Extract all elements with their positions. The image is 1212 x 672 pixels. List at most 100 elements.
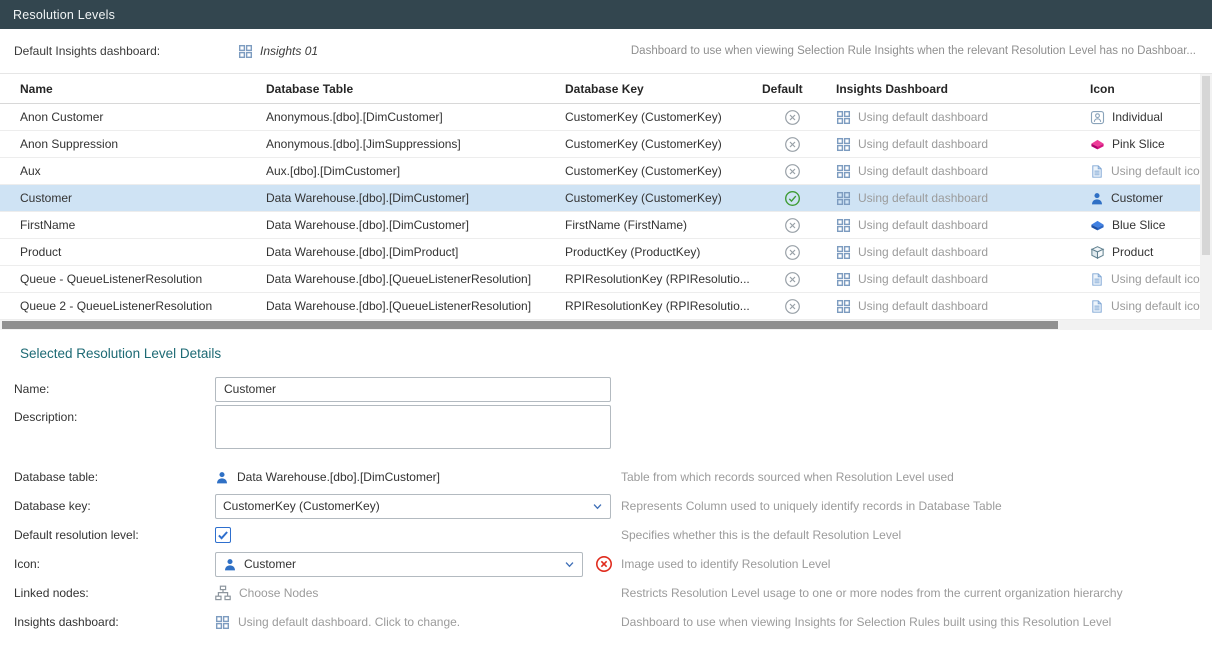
column-header-database-key[interactable]: Database Key	[565, 82, 762, 96]
cell-name: FirstName	[20, 218, 266, 232]
details-title: Selected Resolution Level Details	[20, 346, 1196, 361]
cell-name: Aux	[20, 164, 266, 178]
name-field-row: Name:	[14, 376, 1196, 402]
individual-icon	[1090, 110, 1105, 125]
table-row-firstname[interactable]: FirstNameData Warehouse.[dbo].[DimCustom…	[0, 212, 1200, 239]
details-section: Selected Resolution Level Details Name: …	[0, 330, 1212, 635]
database-table-value: Data Warehouse.[dbo].[DimCustomer]	[237, 470, 440, 484]
default-dashboard-chooser[interactable]: Insights 01	[238, 44, 318, 59]
dashboard-icon	[836, 164, 851, 179]
vertical-scrollbar-thumb[interactable]	[1202, 76, 1210, 255]
table-row-product[interactable]: ProductData Warehouse.[dbo].[DimProduct]…	[0, 239, 1200, 266]
cell-icon: Using default icon	[1090, 299, 1200, 314]
cell-insights-dashboard: Using default dashboard	[836, 164, 1090, 179]
table-row-aux[interactable]: AuxAux.[dbo].[DimCustomer]CustomerKey (C…	[0, 158, 1200, 185]
table-row-customer[interactable]: CustomerData Warehouse.[dbo].[DimCustome…	[0, 185, 1200, 212]
cell-database-key: CustomerKey (CustomerKey)	[565, 137, 762, 151]
cell-insights-dashboard: Using default dashboard	[836, 245, 1090, 260]
icon-field-row: Icon: Customer Image used to identify Re…	[14, 551, 1196, 577]
cell-insights-dashboard: Using default dashboard	[836, 110, 1090, 125]
cell-name: Customer	[20, 191, 266, 205]
cell-icon: Using default icon	[1090, 164, 1200, 179]
name-input[interactable]	[215, 377, 611, 402]
table-body: Anon CustomerAnonymous.[dbo].[DimCustome…	[0, 104, 1200, 320]
default-no-icon	[784, 298, 801, 315]
icon-help: Image used to identify Resolution Level	[621, 557, 1196, 571]
database-table-picker[interactable]: Data Warehouse.[dbo].[DimCustomer]	[215, 470, 621, 485]
table-header-row: NameDatabase TableDatabase KeyDefaultIns…	[0, 74, 1200, 104]
default-resolution-checkbox[interactable]	[215, 527, 231, 543]
insights-dashboard-row: Insights dashboard: Using default dashbo…	[14, 609, 1196, 635]
column-header-database-table[interactable]: Database Table	[266, 82, 565, 96]
icon-value: Customer	[244, 557, 557, 571]
page-header: Resolution Levels	[0, 0, 1212, 29]
vertical-scrollbar[interactable]	[1200, 74, 1212, 330]
cell-default	[762, 217, 836, 234]
cell-name: Anon Customer	[20, 110, 266, 124]
pink-slice-icon	[1090, 137, 1105, 152]
table-row-anon-customer[interactable]: Anon CustomerAnonymous.[dbo].[DimCustome…	[0, 104, 1200, 131]
database-table-row: Database table: Data Warehouse.[dbo].[Di…	[14, 464, 1196, 490]
cell-insights-dashboard: Using default dashboard	[836, 191, 1090, 206]
cell-database-table: Anonymous.[dbo].[DimCustomer]	[266, 110, 565, 124]
column-header-icon[interactable]: Icon	[1090, 82, 1200, 96]
database-table-help: Table from which records sourced when Re…	[621, 470, 1196, 484]
column-header-name[interactable]: Name	[20, 82, 266, 96]
dashboard-icon	[836, 110, 851, 125]
table-row-queue-queuelistenerresolution[interactable]: Queue - QueueListenerResolutionData Ware…	[0, 266, 1200, 293]
database-key-select[interactable]: CustomerKey (CustomerKey)	[215, 494, 611, 519]
description-label: Description:	[14, 405, 215, 424]
page-title: Resolution Levels	[13, 8, 115, 22]
default-no-icon	[784, 136, 801, 153]
linked-nodes-label: Linked nodes:	[14, 586, 215, 600]
default-no-icon	[784, 244, 801, 261]
cell-database-key: CustomerKey (CustomerKey)	[565, 110, 762, 124]
dashboard-icon	[836, 137, 851, 152]
dashboard-icon	[836, 299, 851, 314]
database-key-row: Database key: CustomerKey (CustomerKey) …	[14, 493, 1196, 519]
column-header-default[interactable]: Default	[762, 82, 836, 96]
remove-icon-button[interactable]	[595, 555, 613, 573]
cell-icon: Blue Slice	[1090, 218, 1200, 233]
cell-database-table: Data Warehouse.[dbo].[DimProduct]	[266, 245, 565, 259]
database-table-label: Database table:	[14, 470, 215, 484]
choose-nodes-button[interactable]: Choose Nodes	[215, 585, 621, 601]
chevron-down-icon	[592, 501, 603, 512]
default-level-row: Default resolution level: Specifies whet…	[14, 522, 1196, 548]
database-key-value: CustomerKey (CustomerKey)	[223, 499, 585, 513]
horizontal-scrollbar-thumb[interactable]	[2, 321, 1058, 329]
blue-slice-icon	[1090, 218, 1105, 233]
default-level-label: Default resolution level:	[14, 528, 215, 542]
cell-database-key: RPIResolutionKey (RPIResolutio...	[565, 272, 762, 286]
cell-name: Product	[20, 245, 266, 259]
default-no-icon	[784, 163, 801, 180]
column-header-insights-dashboard[interactable]: Insights Dashboard	[836, 82, 1090, 96]
cell-database-key: CustomerKey (CustomerKey)	[565, 191, 762, 205]
dashboard-icon	[836, 218, 851, 233]
name-label: Name:	[14, 382, 215, 396]
icon-select[interactable]: Customer	[215, 552, 583, 577]
horizontal-scrollbar[interactable]	[0, 320, 1200, 330]
dashboard-icon	[238, 44, 253, 59]
insights-dashboard-button[interactable]: Using default dashboard. Click to change…	[215, 615, 621, 630]
default-no-icon	[784, 271, 801, 288]
cell-database-table: Data Warehouse.[dbo].[QueueListenerResol…	[266, 299, 565, 313]
default-no-icon	[784, 217, 801, 234]
default-yes-icon	[784, 190, 801, 207]
cell-default	[762, 136, 836, 153]
cell-default	[762, 163, 836, 180]
cell-database-key: FirstName (FirstName)	[565, 218, 762, 232]
dashboard-icon	[836, 245, 851, 260]
dashboard-icon	[836, 191, 851, 206]
default-dashboard-label: Default Insights dashboard:	[14, 44, 238, 58]
description-input[interactable]	[215, 405, 611, 449]
table-row-anon-suppression[interactable]: Anon SuppressionAnonymous.[dbo].[JimSupp…	[0, 131, 1200, 158]
customer-icon	[215, 470, 229, 485]
database-key-help: Represents Column used to uniquely ident…	[621, 499, 1196, 513]
cell-default	[762, 109, 836, 126]
table-row-queue-2-queuelistenerresolution[interactable]: Queue 2 - QueueListenerResolutionData Wa…	[0, 293, 1200, 320]
description-field-row: Description:	[14, 405, 1196, 452]
cell-database-table: Data Warehouse.[dbo].[DimCustomer]	[266, 191, 565, 205]
cell-database-table: Aux.[dbo].[DimCustomer]	[266, 164, 565, 178]
default-page-icon	[1090, 299, 1104, 314]
